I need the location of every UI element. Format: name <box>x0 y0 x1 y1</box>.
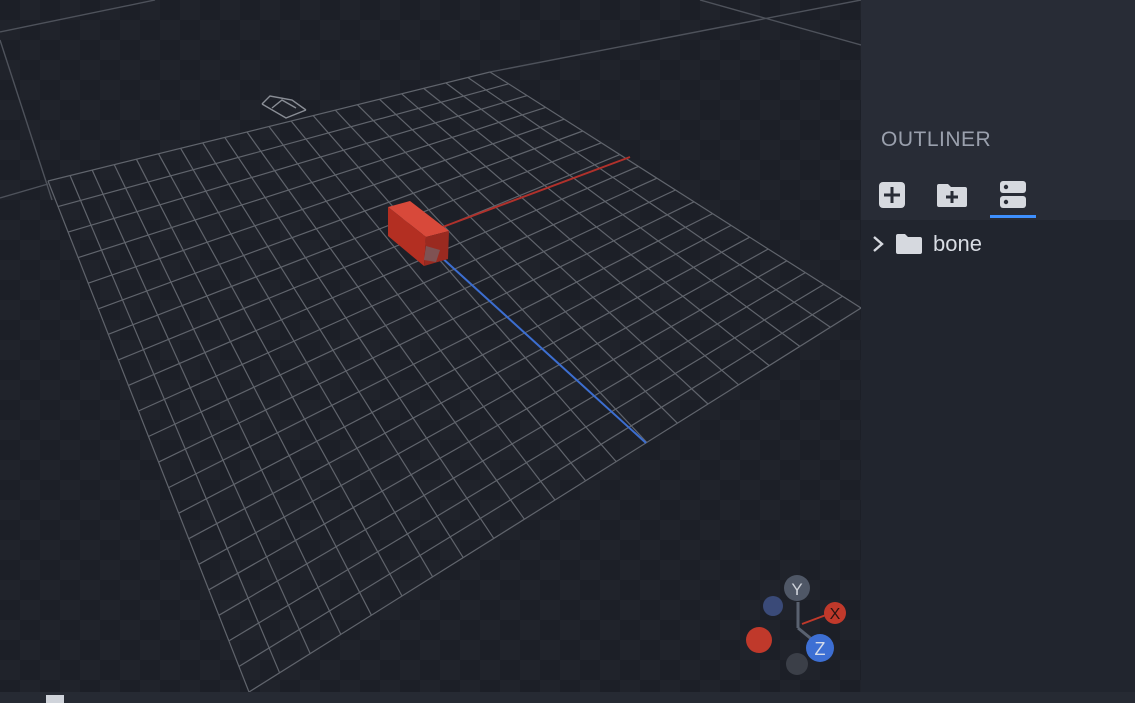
folder-icon <box>896 234 922 254</box>
plus-square-icon <box>879 182 905 208</box>
gizmo-neg-z-handle[interactable] <box>746 627 772 653</box>
axis-gizmo[interactable]: Y X Z <box>736 568 856 686</box>
gizmo-neg-x-handle[interactable] <box>763 596 783 616</box>
3d-viewport[interactable]: Y X Z <box>0 0 861 692</box>
outliner-title: OUTLINER <box>881 128 992 151</box>
gizmo-neg-y-handle[interactable] <box>786 653 808 675</box>
resize-handle[interactable] <box>46 695 64 703</box>
right-panel: OUTLINER bone <box>861 0 1135 692</box>
cube-mesh[interactable] <box>388 201 449 266</box>
camera-icon <box>261 95 307 119</box>
outliner-item-bone[interactable]: bone <box>861 222 1135 266</box>
background-grid <box>0 0 861 201</box>
x-axis-line <box>439 156 631 229</box>
outliner-item-label: bone <box>933 231 982 256</box>
gizmo-y-label: Y <box>791 580 802 599</box>
outliner-tree: bone <box>861 222 1135 266</box>
scene-canvas[interactable] <box>0 0 861 692</box>
gizmo-z-label: Z <box>815 639 826 659</box>
z-axis-line <box>439 255 647 444</box>
add-group-button[interactable] <box>935 178 969 212</box>
add-cube-button[interactable] <box>875 178 909 212</box>
chevron-right-icon[interactable] <box>871 234 885 254</box>
toggle-view-button[interactable] <box>990 178 1036 218</box>
status-bar <box>0 692 1135 703</box>
panel-top-area <box>861 0 1135 118</box>
folder-plus-icon <box>937 184 967 207</box>
gizmo-x-label: X <box>830 606 841 623</box>
server-icon <box>1000 181 1026 208</box>
